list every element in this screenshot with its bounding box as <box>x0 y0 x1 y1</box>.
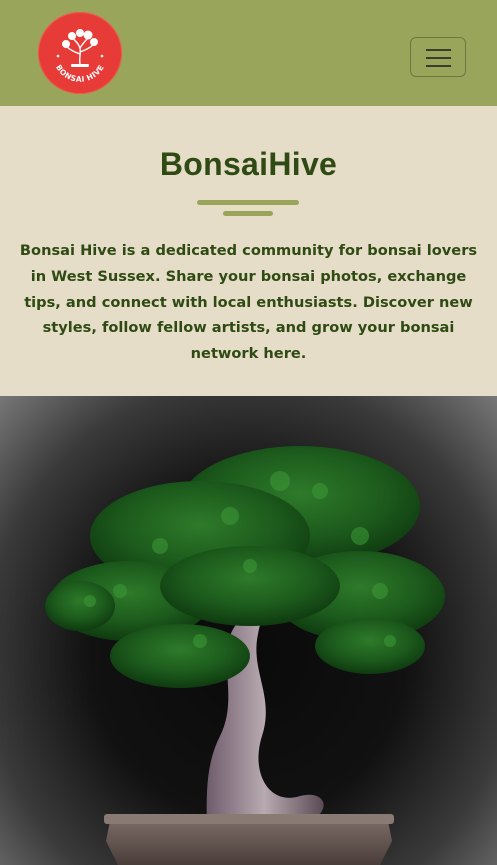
hero-section: BonsaiHive Bonsai Hive is a dedicated co… <box>0 106 497 396</box>
bonsai-logo-icon: BONSAI HIVE <box>54 29 106 84</box>
intro-paragraph: Bonsai Hive is a dedicated community for… <box>19 242 478 363</box>
brand-logo[interactable]: BONSAI HIVE <box>38 12 122 94</box>
menu-toggle-button[interactable] <box>410 37 466 77</box>
hamburger-icon <box>426 57 451 59</box>
bonsai-hero-image <box>0 396 497 865</box>
hamburger-icon <box>426 49 451 51</box>
hamburger-icon <box>426 65 451 67</box>
page-title: BonsaiHive <box>159 146 338 182</box>
title-underline-decoration <box>197 200 299 216</box>
navbar: BONSAI HIVE <box>0 0 497 106</box>
